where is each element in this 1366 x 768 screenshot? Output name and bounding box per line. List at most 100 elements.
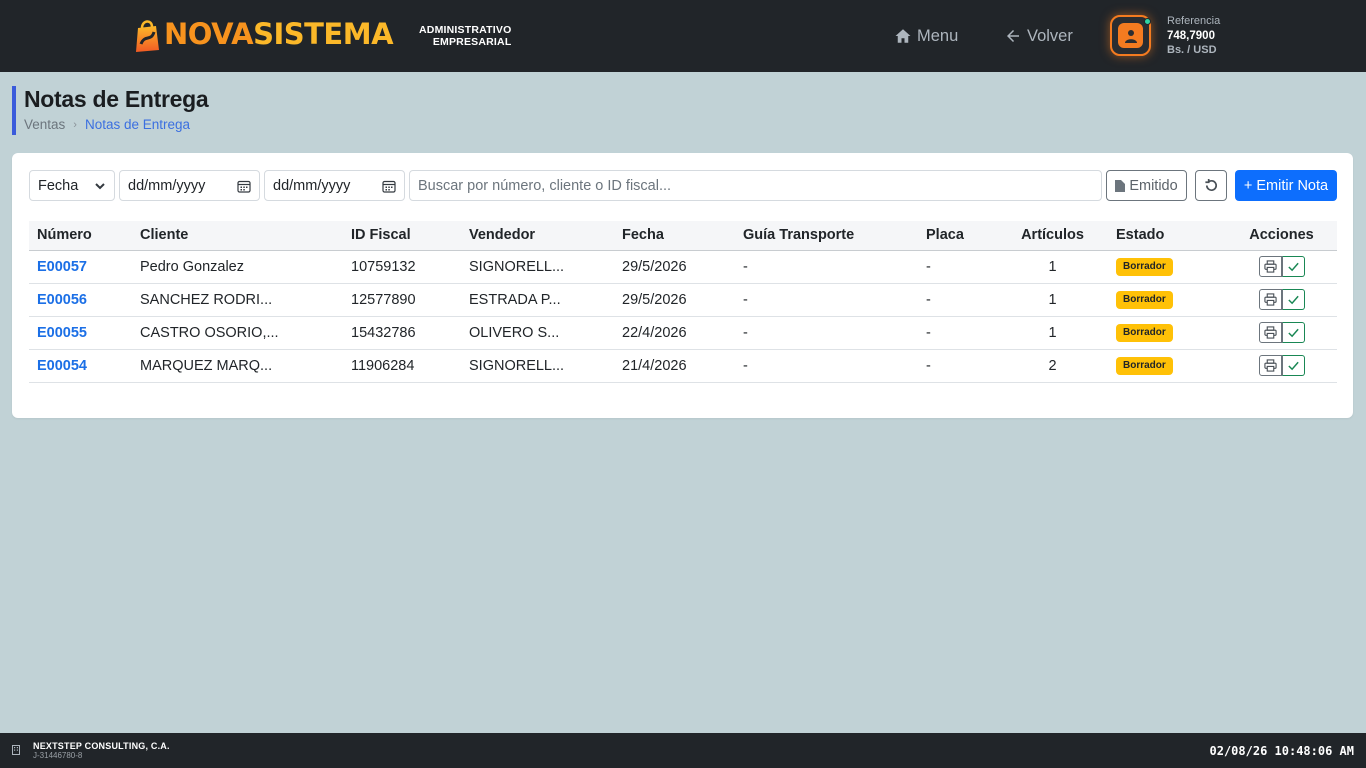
column-cliente[interactable]: Cliente [132,221,343,251]
note-number-link[interactable]: E00055 [29,316,132,350]
print-button[interactable] [1258,322,1282,343]
brand-name-part1: NOVA [164,17,254,51]
check-icon [1287,262,1299,272]
cell-guia: - [735,349,918,383]
check-icon [1287,295,1299,305]
cell-id-fiscal: 10759132 [343,250,461,284]
column-placa[interactable]: Placa [918,221,997,251]
table-row[interactable]: E00055 CASTRO OSORIO,... 15432786 OLIVER… [29,316,1337,350]
search-placeholder: Buscar por número, cliente o ID fiscal..… [418,177,672,194]
cell-vendedor: SIGNORELL... [461,250,614,284]
brand-name-part2: SISTEMA [253,17,394,51]
approve-button[interactable] [1281,289,1305,310]
cell-estado: Borrador [1108,316,1226,350]
column-id-fiscal[interactable]: ID Fiscal [343,221,461,251]
calendar-icon[interactable] [237,179,251,193]
column-numero[interactable]: Número [29,221,132,251]
date-to-input[interactable]: dd/mm/yyyy [264,170,405,201]
print-button[interactable] [1258,289,1282,310]
cell-vendedor: OLIVERO S... [461,316,614,350]
cell-fecha: 22/4/2026 [614,316,735,350]
date-from-input[interactable]: dd/mm/yyyy [119,170,260,201]
print-button[interactable] [1258,256,1282,277]
cell-estado: Borrador [1108,283,1226,317]
cell-acciones [1226,316,1337,350]
chevron-down-icon [95,182,105,189]
approve-button[interactable] [1281,355,1305,376]
cell-cliente: CASTRO OSORIO,... [132,316,343,350]
search-input[interactable]: Buscar por número, cliente o ID fiscal..… [409,170,1102,201]
column-estado[interactable]: Estado [1108,221,1226,251]
column-articulos[interactable]: Artículos [997,221,1108,251]
back-button[interactable]: Volver [1004,24,1073,48]
building-icon [12,745,20,755]
column-guia[interactable]: Guía Transporte [735,221,918,251]
reference-currency: Bs. / USD [1167,44,1217,56]
note-number-link[interactable]: E00056 [29,283,132,317]
brand-subtitle-line1: ADMINISTRATIVO [419,24,512,36]
cell-vendedor: ESTRADA P... [461,283,614,317]
print-button[interactable] [1258,355,1282,376]
brand-logo[interactable]: NOVASISTEMA [132,14,394,54]
cell-placa: - [918,349,997,383]
cell-placa: - [918,283,997,317]
date-from-placeholder: dd/mm/yyyy [128,177,206,194]
brand-subtitle-line2: EMPRESARIAL [432,36,512,48]
cell-acciones [1226,349,1337,383]
brand-bag-icon [136,20,159,52]
user-avatar[interactable] [1110,15,1151,56]
cell-fecha: 21/4/2026 [614,349,735,383]
back-label: Volver [1027,26,1073,45]
breadcrumb: Ventas › Notas de Entrega [24,117,208,132]
menu-label: Menu [917,26,959,45]
status-footer: NEXTSTEP CONSULTING, C.A. J-31446780-8 0… [0,733,1366,768]
cell-fecha: 29/5/2026 [614,283,735,317]
breadcrumb-current[interactable]: Notas de Entrega [85,117,190,132]
row-actions [1258,355,1305,376]
cell-articulos: 1 [997,283,1108,317]
cell-articulos: 1 [997,250,1108,284]
cell-vendedor: SIGNORELL... [461,349,614,383]
top-navbar: NOVASISTEMA ADMINISTRATIVO EMPRESARIAL M… [0,0,1366,72]
printer-icon [1263,293,1277,306]
approve-button[interactable] [1281,256,1305,277]
breadcrumb-ventas[interactable]: Ventas [24,117,65,132]
cell-fecha: 29/5/2026 [614,250,735,284]
date-to-placeholder: dd/mm/yyyy [273,177,351,194]
table-row[interactable]: E00057 Pedro Gonzalez 10759132 SIGNORELL… [29,250,1337,284]
column-fecha[interactable]: Fecha [614,221,735,251]
cell-cliente: MARQUEZ MARQ... [132,349,343,383]
cell-id-fiscal: 12577890 [343,283,461,317]
row-actions [1258,322,1305,343]
printer-icon [1263,359,1277,372]
table-row[interactable]: E00054 MARQUEZ MARQ... 11906284 SIGNOREL… [29,349,1337,383]
column-vendedor[interactable]: Vendedor [461,221,614,251]
date-field-select[interactable]: Fecha [29,170,115,201]
cell-cliente: SANCHEZ RODRI... [132,283,343,317]
table-row[interactable]: E00056 SANCHEZ RODRI... 12577890 ESTRADA… [29,283,1337,317]
page-header: Notas de Entrega Ventas › Notas de Entre… [12,86,209,135]
date-field-value: Fecha [38,177,79,194]
company-rif: J-31446780-8 [33,751,83,760]
calendar-icon[interactable] [382,179,396,193]
user-icon [1118,23,1143,48]
company-name: NEXTSTEP CONSULTING, C.A. [33,741,170,751]
reset-filters-button[interactable] [1195,170,1227,201]
row-actions [1258,289,1305,310]
cell-guia: - [735,283,918,317]
reference-label: Referencia [1167,15,1221,27]
reference-value: 748,7900 [1167,29,1215,42]
table-header-row: Número Cliente ID Fiscal Vendedor Fecha … [29,221,1337,251]
emitir-nota-button[interactable]: + Emitir Nota [1235,170,1337,201]
emitido-filter-button[interactable]: Emitido [1106,170,1187,201]
cell-guia: - [735,316,918,350]
menu-button[interactable]: Menu [894,24,958,48]
note-number-link[interactable]: E00057 [29,250,132,284]
file-icon [1115,179,1126,192]
approve-button[interactable] [1281,322,1305,343]
cell-id-fiscal: 15432786 [343,316,461,350]
cell-acciones [1226,283,1337,317]
brand-subtitle: ADMINISTRATIVO EMPRESARIAL [419,24,511,48]
note-number-link[interactable]: E00054 [29,349,132,383]
cell-articulos: 1 [997,316,1108,350]
